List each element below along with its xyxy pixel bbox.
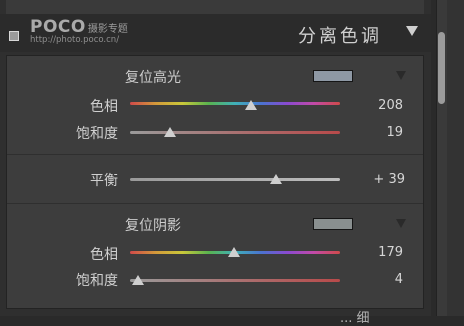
highlights-hue-slider-thumb[interactable] [245, 100, 258, 110]
highlights-reset-label[interactable]: 复位高光 [125, 67, 181, 87]
window-edge [447, 0, 464, 316]
panel-toggle-switch[interactable] [9, 31, 19, 41]
shadows-hue-slider-thumb[interactable] [228, 247, 241, 257]
section-divider [7, 154, 423, 155]
shadows-saturation-slider[interactable] [130, 279, 340, 282]
watermark-url: http://photo.poco.cn/ [30, 35, 120, 45]
highlights-hue-label: 色相 [90, 99, 118, 115]
highlights-color-swatch[interactable] [313, 70, 353, 82]
highlights-saturation-slider-thumb[interactable] [163, 127, 176, 137]
balance-label: 平衡 [90, 173, 118, 189]
balance-slider-thumb[interactable] [269, 174, 282, 184]
watermark-logo: POCO [30, 17, 86, 37]
collapse-arrow-icon[interactable] [406, 26, 418, 36]
scrollbar-thumb[interactable] [438, 32, 445, 104]
shadows-saturation-label: 饱和度 [76, 273, 118, 289]
highlights-saturation-slider[interactable] [130, 131, 340, 134]
highlights-saturation-value[interactable]: 19 [343, 125, 403, 140]
panel-title[interactable]: 分离色调 [298, 22, 382, 48]
shadows-picker-arrow-icon[interactable] [396, 219, 406, 228]
highlights-picker-arrow-icon[interactable] [396, 71, 406, 80]
shadows-saturation-value[interactable]: 4 [343, 272, 403, 287]
shadows-reset-label[interactable]: 复位阴影 [125, 215, 181, 235]
shadows-saturation-slider-thumb[interactable] [132, 275, 145, 285]
watermark: POCO 摄影专题 http://photo.poco.cn/ [30, 17, 128, 45]
balance-slider[interactable] [130, 178, 340, 181]
shadows-hue-value[interactable]: 179 [343, 245, 403, 260]
section-divider [7, 203, 423, 204]
watermark-text: 摄影专题 [87, 24, 128, 35]
next-panel-peek: ... 细 [340, 311, 370, 326]
shadows-hue-label: 色相 [90, 247, 118, 263]
shadows-color-swatch[interactable] [313, 218, 353, 230]
highlights-hue-value[interactable]: 208 [343, 98, 403, 113]
balance-value[interactable]: + 39 [345, 172, 405, 187]
highlights-hue-slider[interactable] [130, 102, 340, 105]
previous-panel-edge [6, 0, 424, 15]
highlights-saturation-label: 饱和度 [76, 126, 118, 142]
